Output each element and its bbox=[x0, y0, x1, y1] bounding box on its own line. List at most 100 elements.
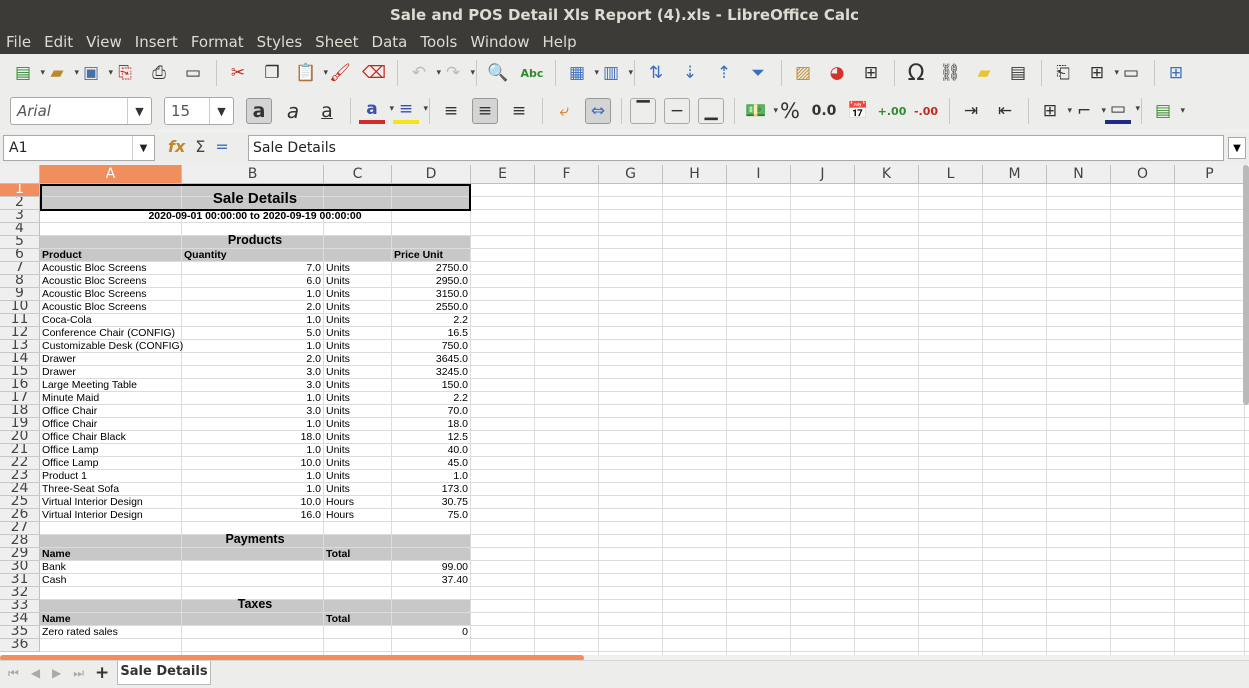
font-name-box[interactable]: Arial ▼ bbox=[10, 97, 152, 125]
redo-icon[interactable]: ↷ bbox=[440, 60, 475, 86]
select-all-corner[interactable] bbox=[0, 165, 40, 184]
align-top-icon[interactable]: ▔ bbox=[630, 98, 656, 124]
row-header[interactable]: 18 bbox=[0, 405, 40, 418]
first-sheet-icon[interactable]: ⏮ bbox=[8, 666, 19, 681]
print-icon[interactable]: ⎙ bbox=[146, 60, 172, 86]
row-header[interactable]: 16 bbox=[0, 379, 40, 392]
menu-file[interactable]: File bbox=[6, 33, 31, 51]
row-icon[interactable]: ▦ bbox=[564, 60, 599, 86]
wrap-text-icon[interactable]: ⤶ bbox=[551, 98, 577, 124]
column-header[interactable]: M bbox=[983, 165, 1047, 184]
hyperlink-icon[interactable]: ⛓ bbox=[937, 60, 963, 86]
row-header[interactable]: 19 bbox=[0, 418, 40, 431]
underline-icon[interactable]: a bbox=[314, 98, 340, 124]
row-header[interactable]: 25 bbox=[0, 496, 40, 509]
add-sheet-icon[interactable]: + bbox=[95, 663, 109, 683]
row-header[interactable]: 22 bbox=[0, 457, 40, 470]
row-header[interactable]: 3 bbox=[0, 210, 40, 223]
borders-icon[interactable]: ⊞ bbox=[1037, 98, 1072, 124]
sort-descending-icon[interactable]: ⇡ bbox=[711, 60, 737, 86]
split-window-icon[interactable]: ▭ bbox=[1118, 60, 1144, 86]
column-header[interactable]: D bbox=[392, 165, 471, 184]
menu-data[interactable]: Data bbox=[372, 33, 408, 51]
font-color-icon[interactable]: a bbox=[359, 98, 394, 124]
row-header[interactable]: 5 bbox=[0, 236, 40, 249]
row-header[interactable]: 12 bbox=[0, 327, 40, 340]
row-header[interactable]: 13 bbox=[0, 340, 40, 353]
paste-icon[interactable]: 📋 bbox=[293, 60, 328, 86]
menu-help[interactable]: Help bbox=[542, 33, 576, 51]
row-header[interactable]: 32 bbox=[0, 587, 40, 600]
row-header[interactable]: 1 bbox=[0, 184, 40, 197]
freeze-rows-columns-icon[interactable]: ⊞ bbox=[1084, 60, 1119, 86]
header-footer-icon[interactable]: ▤ bbox=[1005, 60, 1031, 86]
align-center-icon[interactable]: ≡ bbox=[472, 98, 498, 124]
column-icon[interactable]: ▥ bbox=[598, 60, 633, 86]
menu-tools[interactable]: Tools bbox=[420, 33, 457, 51]
decrease-indent-icon[interactable]: ⇤ bbox=[992, 98, 1018, 124]
sidebar-icon[interactable]: ⊞ bbox=[1163, 60, 1189, 86]
chevron-down-icon[interactable]: ▼ bbox=[209, 98, 233, 124]
font-size-box[interactable]: 15 ▼ bbox=[164, 97, 234, 125]
percent-format-icon[interactable]: % bbox=[777, 98, 803, 124]
row-header[interactable]: 23 bbox=[0, 470, 40, 483]
column-header[interactable]: B bbox=[182, 165, 324, 184]
export-pdf-icon[interactable]: ⎘ bbox=[112, 60, 138, 86]
column-header[interactable]: F bbox=[535, 165, 599, 184]
row-header[interactable]: 8 bbox=[0, 275, 40, 288]
spreadsheet-grid[interactable]: A B C D E F G H I J K L M N O P 1 2 3 4 5 6 7 8 9 10 11 12 13 14 15 16 1… bbox=[0, 165, 1249, 655]
define-print-area-icon[interactable]: ⎗ bbox=[1050, 60, 1076, 86]
column-header[interactable]: L bbox=[919, 165, 983, 184]
menu-sheet[interactable]: Sheet bbox=[315, 33, 358, 51]
undo-icon[interactable]: ↶ bbox=[406, 60, 441, 86]
align-right-icon[interactable]: ≡ bbox=[506, 98, 532, 124]
cell-area[interactable]: Sale Details 2020-09-01 00:00:00 to 2020-… bbox=[40, 184, 1249, 655]
row-header[interactable]: 35 bbox=[0, 626, 40, 639]
menu-insert[interactable]: Insert bbox=[135, 33, 178, 51]
row-header[interactable]: 21 bbox=[0, 444, 40, 457]
column-header[interactable]: A bbox=[40, 165, 182, 184]
vertical-scrollbar[interactable] bbox=[1243, 165, 1249, 405]
menu-view[interactable]: View bbox=[86, 33, 122, 51]
row-header[interactable]: 15 bbox=[0, 366, 40, 379]
formula-input[interactable]: Sale Details bbox=[248, 135, 1224, 161]
expand-formula-bar-icon[interactable]: ▼ bbox=[1228, 137, 1246, 159]
row-header[interactable]: 36 bbox=[0, 639, 40, 652]
border-color-icon[interactable]: ▭ bbox=[1105, 98, 1140, 124]
row-header[interactable]: 11 bbox=[0, 314, 40, 327]
highlight-color-icon[interactable]: ≡ bbox=[393, 98, 428, 124]
column-header[interactable]: C bbox=[324, 165, 392, 184]
previous-sheet-icon[interactable]: ◀ bbox=[31, 666, 40, 681]
italic-icon[interactable]: a bbox=[280, 98, 306, 124]
row-header[interactable]: 7 bbox=[0, 262, 40, 275]
autofilter-icon[interactable]: ⏷ bbox=[745, 60, 771, 86]
next-sheet-icon[interactable]: ▶ bbox=[52, 666, 61, 681]
conditional-format-icon[interactable]: ▤ bbox=[1150, 98, 1185, 124]
column-header[interactable]: P bbox=[1175, 165, 1245, 184]
menu-window[interactable]: Window bbox=[470, 33, 529, 51]
sort-icon[interactable]: ⇅ bbox=[643, 60, 669, 86]
row-header[interactable]: 20 bbox=[0, 431, 40, 444]
row-header[interactable]: 4 bbox=[0, 223, 40, 236]
sheet-tab-sale-details[interactable]: Sale Details bbox=[117, 661, 211, 685]
row-header[interactable]: 14 bbox=[0, 353, 40, 366]
merge-cells-icon[interactable]: ⇔ bbox=[585, 98, 611, 124]
row-header[interactable]: 17 bbox=[0, 392, 40, 405]
row-header[interactable]: 27 bbox=[0, 522, 40, 535]
currency-format-icon[interactable]: 💵 bbox=[743, 98, 778, 124]
cut-icon[interactable]: ✂ bbox=[225, 60, 251, 86]
date-format-icon[interactable]: 📅 bbox=[845, 98, 871, 124]
center-vertically-icon[interactable]: − bbox=[664, 98, 690, 124]
name-box[interactable]: A1 ▼ bbox=[3, 135, 155, 161]
clone-formatting-icon[interactable]: 🖌 bbox=[327, 60, 353, 86]
row-header[interactable]: 30 bbox=[0, 561, 40, 574]
find-replace-icon[interactable]: 🔍 bbox=[485, 60, 511, 86]
comment-icon[interactable]: ▰ bbox=[971, 60, 997, 86]
chevron-down-icon[interactable]: ▼ bbox=[132, 136, 154, 160]
function-wizard-icon[interactable]: fx bbox=[168, 137, 185, 156]
column-header[interactable]: G bbox=[599, 165, 663, 184]
add-decimal-icon[interactable]: +.00 bbox=[878, 98, 907, 124]
row-header[interactable]: 2 bbox=[0, 197, 40, 210]
row-header[interactable]: 24 bbox=[0, 483, 40, 496]
open-icon[interactable]: ▰ bbox=[44, 60, 79, 86]
